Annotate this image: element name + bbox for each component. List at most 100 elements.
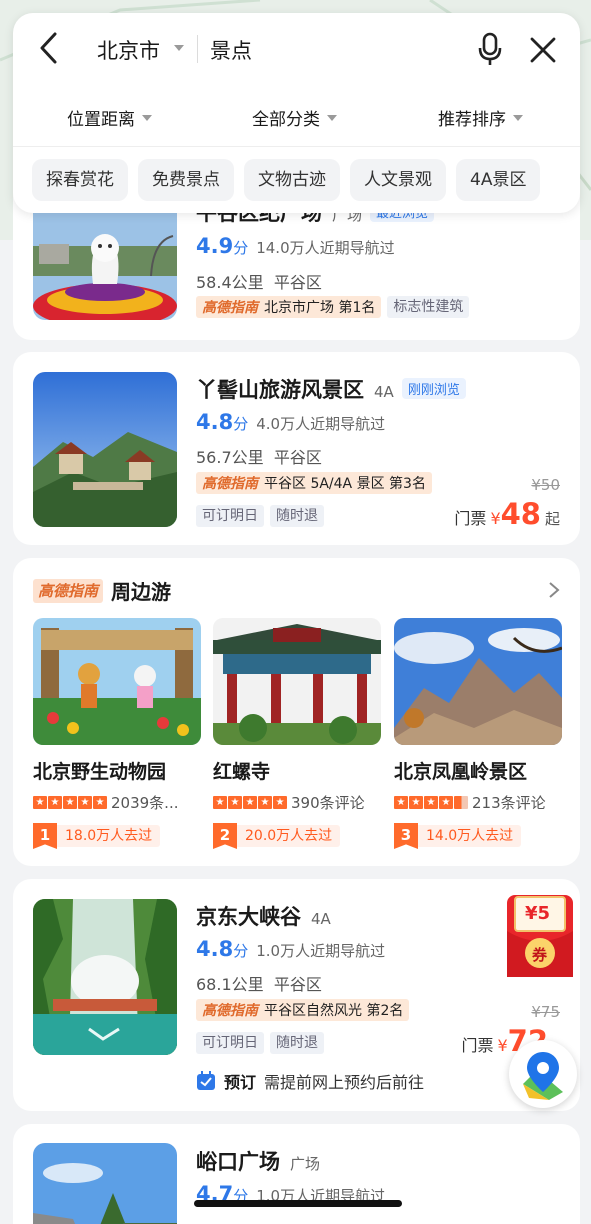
poi-name: 京东大峡谷 — [196, 905, 301, 929]
home-indicator — [194, 1200, 402, 1207]
star-icon: ★ — [409, 796, 423, 809]
nearby-item[interactable]: 红螺寺 ★ ★ ★ ★ ★ 390条评论 2 20.0万人去过 — [213, 618, 381, 849]
divider — [13, 146, 580, 147]
price-prefix: 门票 — [461, 1036, 494, 1055]
section-header[interactable]: 高德指南 周边游 — [33, 576, 171, 605]
star-icon: ★ — [78, 796, 92, 809]
visit-badge: 1 18.0万人去过 — [33, 823, 201, 849]
star-icon: ★ — [394, 796, 408, 809]
filter-label: 全部分类 — [252, 110, 320, 130]
rank-line: 高德指南 北京市广场 第1名 标志性建筑 — [196, 295, 470, 319]
filter-label: 推荐排序 — [438, 110, 506, 130]
nearby-rating: ★ ★ ★ ★ ★ 390条评论 — [213, 792, 381, 813]
rating-line: 4.8分 1.0万人近期导航过 — [196, 937, 385, 961]
microphone-icon[interactable] — [476, 31, 504, 67]
star-icon: ★ — [228, 796, 242, 809]
back-arrow-icon[interactable] — [35, 31, 63, 65]
chip-4a[interactable]: 4A景区 — [456, 159, 541, 201]
map-view-button[interactable] — [509, 1040, 577, 1108]
distance: 58.4公里 — [196, 273, 264, 292]
caret-down-icon — [142, 114, 152, 121]
nearby-name: 北京野生动物园 — [33, 761, 167, 783]
district: 平谷区 — [273, 273, 322, 292]
nearby-rating: ★ ★ ★ ★ 213条评论 — [394, 792, 562, 813]
chevron-right-icon[interactable] — [548, 581, 560, 599]
star-rating: ★ ★ ★ ★ ★ — [213, 796, 287, 809]
booking-labels: 可订明日 随时退 — [196, 504, 324, 528]
star-icon: ★ — [243, 796, 257, 809]
nearby-photo — [33, 618, 201, 745]
chip-spring-flowers[interactable]: 探春赏花 — [32, 159, 128, 201]
nav-count: 4.0万人近期导航过 — [256, 415, 386, 433]
poi-type: 广场 — [290, 1155, 321, 1173]
city-selector[interactable]: 北京市 — [97, 35, 160, 65]
poi-title[interactable]: 丫髻山旅游风景区 4A 刚刚浏览 — [196, 374, 466, 404]
star-icon: ★ — [273, 796, 287, 809]
currency-symbol: ¥ — [497, 1036, 508, 1055]
nav-count: 1.0万人近期导航过 — [256, 942, 386, 960]
district: 平谷区 — [273, 448, 322, 467]
distance-line: 68.1公里 平谷区 — [196, 971, 322, 995]
district: 平谷区 — [273, 975, 322, 994]
label-refund: 随时退 — [270, 1032, 324, 1054]
rank-badge: 2 — [213, 823, 237, 849]
search-bar: 北京市 景点 — [13, 13, 580, 87]
star-icon: ★ — [213, 796, 227, 809]
recent-tag: 刚刚浏览 — [401, 378, 466, 399]
rank-badge: 3 — [394, 823, 418, 849]
score: 4.8 — [196, 937, 234, 961]
nearby-item[interactable]: 北京凤凰岭景区 ★ ★ ★ ★ 213条评论 3 14.0万人去过 — [394, 618, 562, 849]
visit-badge: 2 20.0万人去过 — [213, 823, 381, 849]
poi-title[interactable]: 京东大峡谷 4A — [196, 901, 331, 931]
nearby-item[interactable]: 北京野生动物园 ★ ★ ★ ★ ★ 2039条... 1 18.0万人去过 — [33, 618, 201, 849]
filter-distance[interactable]: 位置距离 — [67, 105, 152, 130]
star-icon: ★ — [63, 796, 77, 809]
map-pin-icon — [523, 1052, 563, 1100]
chevron-down-icon[interactable] — [174, 45, 184, 51]
guide-rank-badge[interactable]: 高德指南 平谷区 5A/4A 景区 第3名 — [196, 472, 432, 494]
score: 4.8 — [196, 410, 234, 434]
booking-labels: 可订明日 随时退 — [196, 1031, 324, 1055]
reservation-note: 预订 需提前网上预约后前往 — [196, 1069, 424, 1093]
guide-rank-badge[interactable]: 高德指南 北京市广场 第1名 — [196, 296, 382, 318]
chip-free[interactable]: 免费景点 — [138, 159, 234, 201]
close-icon[interactable] — [528, 35, 558, 65]
review-count: 390条评论 — [291, 794, 365, 812]
search-panel: 北京市 景点 位置距离 全部分类 推荐排序 探春赏花 免费景点 文物古迹 人文景观 4A… — [13, 13, 580, 213]
filter-category[interactable]: 全部分类 — [252, 105, 337, 130]
poi-photo — [33, 372, 177, 527]
poi-card[interactable]: 京东大峡谷 4A 4.8分 1.0万人近期导航过 68.1公里 平谷区 高德指南 平谷… — [13, 879, 580, 1111]
review-count: 213条评论 — [472, 794, 546, 812]
poi-card[interactable]: 峪口广场 广场 4.7分 1.0万人近期导航过 — [13, 1124, 580, 1224]
caret-down-icon — [513, 114, 523, 121]
rank-badge: 1 — [33, 823, 57, 849]
poi-name: 丫髻山旅游风景区 — [196, 378, 364, 402]
ticket-price[interactable]: 门票 ¥48 起 — [454, 497, 560, 531]
caret-down-icon — [327, 114, 337, 121]
coupon-red-packet[interactable]: ¥5 券 — [505, 893, 575, 979]
half-star-icon — [454, 796, 468, 809]
section-title: 周边游 — [111, 580, 172, 604]
chip-relics[interactable]: 文物古迹 — [244, 159, 340, 201]
original-price: ¥50 — [531, 476, 560, 494]
star-icon: ★ — [33, 796, 47, 809]
poi-card[interactable]: 丫髻山旅游风景区 4A 刚刚浏览 4.8分 4.0万人近期导航过 56.7公里 平谷区… — [13, 352, 580, 545]
divider — [197, 35, 198, 63]
star-icon: ★ — [93, 796, 107, 809]
poi-title[interactable]: 峪口广场 广场 — [196, 1146, 320, 1176]
visit-count: 18.0万人去过 — [57, 825, 161, 847]
coupon-amount: ¥5 — [525, 903, 551, 924]
reserve-text: 需提前网上预约后前往 — [264, 1073, 425, 1092]
search-input[interactable]: 景点 — [210, 35, 252, 65]
star-icon: ★ — [439, 796, 453, 809]
chip-cultural[interactable]: 人文景观 — [350, 159, 446, 201]
rating-line: 4.8分 4.0万人近期导航过 — [196, 410, 385, 434]
filter-sort[interactable]: 推荐排序 — [438, 105, 523, 130]
score-unit: 分 — [233, 239, 249, 257]
reserve-label: 预订 — [224, 1073, 257, 1092]
poi-type: 4A — [374, 383, 394, 401]
filter-bar: 位置距离 全部分类 推荐排序 — [13, 93, 580, 143]
nearby-section: 高德指南 周边游 北京野生动物园 ★ ★ ★ ★ ★ 2039条... 1 18.0万人去… — [13, 558, 580, 866]
nearby-photo — [213, 618, 381, 745]
guide-rank-badge[interactable]: 高德指南 平谷区自然风光 第2名 — [196, 999, 410, 1021]
